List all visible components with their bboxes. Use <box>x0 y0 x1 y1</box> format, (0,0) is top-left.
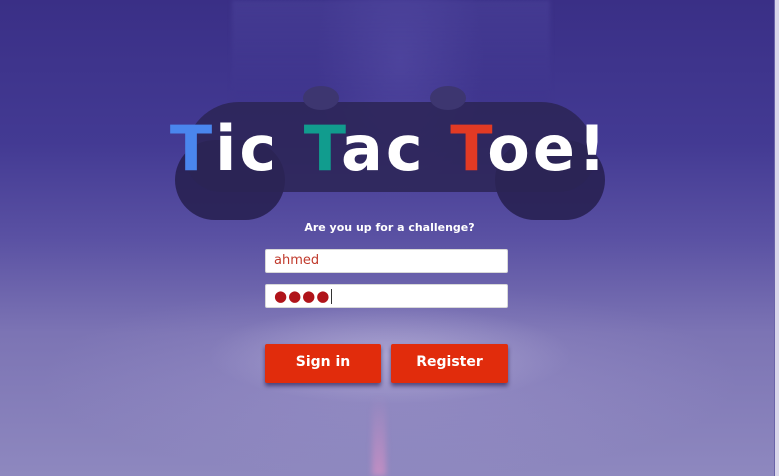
title-letter-t1: T <box>169 112 216 185</box>
title-part-oe: oe! <box>487 112 610 185</box>
app-title: Tic Tac Toe! <box>0 112 779 185</box>
title-part-ac: ac <box>341 112 451 185</box>
password-value: ●●●● <box>274 287 331 305</box>
tagline: Are you up for a challenge? <box>304 221 475 234</box>
text-cursor <box>331 289 333 304</box>
title-letter-t3: T <box>450 112 488 185</box>
window-edge <box>775 0 779 476</box>
title-part-ic: ic <box>215 112 304 185</box>
username-value: ahmed <box>274 253 320 268</box>
login-screen: Tic Tac Toe! Are you up for a challenge?… <box>0 0 779 476</box>
register-button[interactable]: Register <box>391 344 508 383</box>
title-letter-t2: T <box>303 112 342 185</box>
username-input[interactable]: ahmed <box>265 249 508 273</box>
password-input[interactable]: ●●●● <box>265 284 508 308</box>
sign-in-button[interactable]: Sign in <box>265 344 381 383</box>
floor-reflection <box>372 395 386 476</box>
